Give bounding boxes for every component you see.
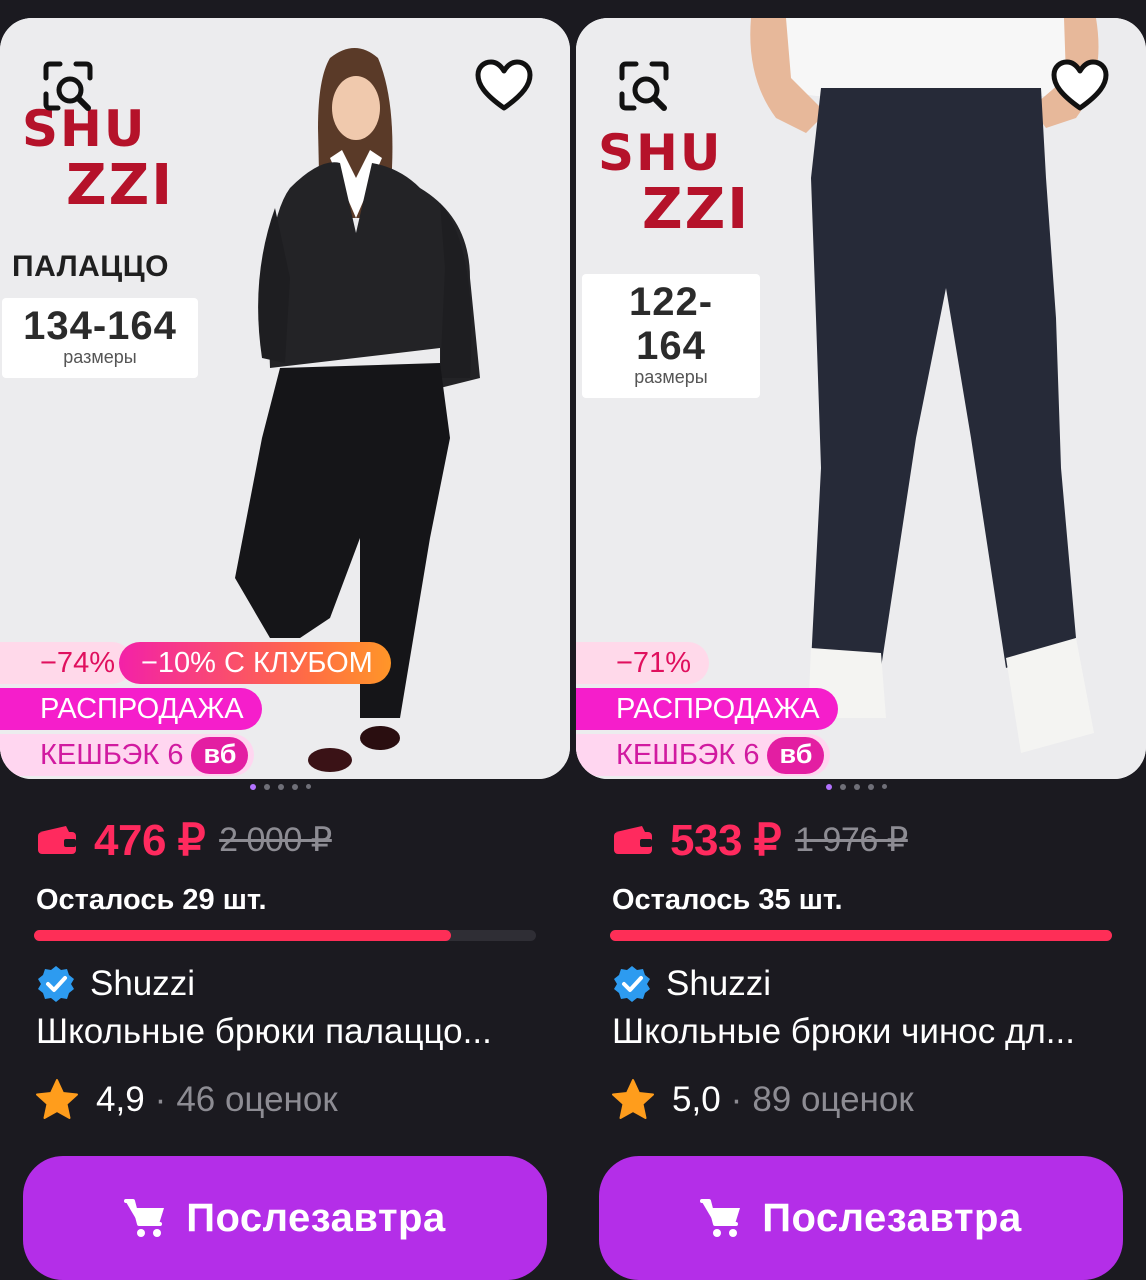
carousel-dot[interactable] [250,784,256,790]
price-row: 533 ₽ 1 976 ₽ [612,810,908,870]
cart-icon [124,1199,165,1237]
cashback-unit: вб [191,736,249,774]
discount-badge: −74% [0,642,133,684]
sale-badge: РАСПРОДАЖА [576,688,838,730]
old-price: 2 000 ₽ [219,821,332,859]
seller-row[interactable]: Shuzzi [612,962,771,1006]
seller-name[interactable]: Shuzzi [666,964,771,1004]
cashback-badge-row: КЕШБЭК 6 вб [0,734,255,776]
rating-value: 4,9 [96,1080,145,1119]
carousel-dots[interactable] [826,784,887,790]
stock-bar [610,930,1112,941]
carousel-dot[interactable] [264,784,270,790]
heart-outline-icon [475,59,533,111]
add-to-cart-label: Послезавтра [762,1195,1022,1240]
price-row: 476 ₽ 2 000 ₽ [36,810,332,870]
size-caption: размеры [634,367,708,387]
club-discount-badge[interactable]: −10% С КЛУБОМ [118,642,391,684]
brand-logo-line: SHU [598,124,723,182]
stock-bar-fill [34,930,451,941]
brand-logo: SHU ZZI [598,128,748,238]
rating-row[interactable]: 4,9 · 46 оценок [34,1076,338,1124]
old-price: 1 976 ₽ [795,821,908,859]
cashback-badge-row: КЕШБЭК 6 вб [576,734,831,776]
product-image[interactable]: SHU ZZI ПАЛАЦЦО 134-164 размеры −74% −10… [0,18,570,779]
stock-bar-fill [610,930,1112,941]
carousel-dot[interactable] [306,784,311,789]
size-box: 122-164 размеры [582,274,760,398]
stock-text: Осталось 29 шт. [36,884,267,916]
size-caption: размеры [63,347,137,367]
sale-badge-row: РАСПРОДАЖА [576,688,838,730]
image-search-icon [43,61,93,111]
style-name: ПАЛАЦЦО [12,250,169,283]
rating-value: 5,0 [672,1080,721,1119]
product-title[interactable]: Школьные брюки чинос дл... [612,1012,1112,1052]
image-search-button[interactable] [612,54,676,118]
image-search-button[interactable] [36,54,100,118]
discount-badge-row: −74% −10% С КЛУБОМ [0,642,391,684]
carousel-dot[interactable] [882,784,887,789]
star-icon [612,1079,654,1119]
carousel-dot[interactable] [292,784,298,790]
current-price: 476 ₽ [94,815,206,865]
wallet-icon [38,826,76,854]
image-search-icon [619,61,669,111]
sale-badge-row: РАСПРОДАЖА [0,688,262,730]
wallet-icon [614,826,652,854]
size-range: 134-164 [23,304,177,348]
rating-separator: · [154,1080,167,1119]
brand-logo: SHU ZZI [22,104,172,214]
cashback-badge: КЕШБЭК 6 вб [576,734,831,776]
seller-name[interactable]: Shuzzi [90,964,195,1004]
cashback-text: КЕШБЭК 6 [616,738,760,771]
size-box: 134-164 размеры [2,298,198,378]
brand-logo-line: ZZI [642,177,751,242]
product-image[interactable]: SHU ZZI 122-164 размеры −71% РАСПРОДАЖА … [576,18,1146,779]
heart-outline-icon [1051,59,1109,111]
discount-badge-row: −71% [576,642,709,684]
add-to-cart-label: Послезавтра [186,1195,446,1240]
stock-bar [34,930,536,941]
cart-icon [700,1199,741,1237]
add-to-cart-button[interactable]: Послезавтра [599,1156,1123,1280]
carousel-dot[interactable] [868,784,874,790]
discount-badge: −71% [576,642,709,684]
favorite-button[interactable] [1048,54,1112,118]
cashback-text: КЕШБЭК 6 [40,738,184,771]
star-icon [36,1079,78,1119]
reviews-count[interactable]: 89 оценок [752,1080,913,1120]
size-range: 122-164 [628,280,714,368]
add-to-cart-button[interactable]: Послезавтра [23,1156,547,1280]
cashback-unit: вб [767,736,825,774]
favorite-button[interactable] [472,54,536,118]
carousel-dot[interactable] [840,784,846,790]
product-card[interactable]: SHU ZZI 122-164 размеры −71% РАСПРОДАЖА … [576,18,1146,1280]
reviews-count[interactable]: 46 оценок [176,1080,337,1120]
brand-logo-line: ZZI [66,153,175,218]
carousel-dot[interactable] [278,784,284,790]
verified-check-icon [614,966,650,1002]
carousel-dot[interactable] [854,784,860,790]
carousel-dots[interactable] [250,784,311,790]
current-price: 533 ₽ [670,815,782,865]
stock-text: Осталось 35 шт. [612,884,843,916]
rating-row[interactable]: 5,0 · 89 оценок [610,1076,914,1124]
rating-separator: · [730,1080,743,1119]
cashback-badge: КЕШБЭК 6 вб [0,734,255,776]
seller-row[interactable]: Shuzzi [36,962,195,1006]
product-card[interactable]: SHU ZZI ПАЛАЦЦО 134-164 размеры −74% −10… [0,18,570,1280]
sale-badge: РАСПРОДАЖА [0,688,262,730]
carousel-dot[interactable] [826,784,832,790]
verified-check-icon [38,966,74,1002]
product-title[interactable]: Школьные брюки палаццо... [36,1012,536,1052]
